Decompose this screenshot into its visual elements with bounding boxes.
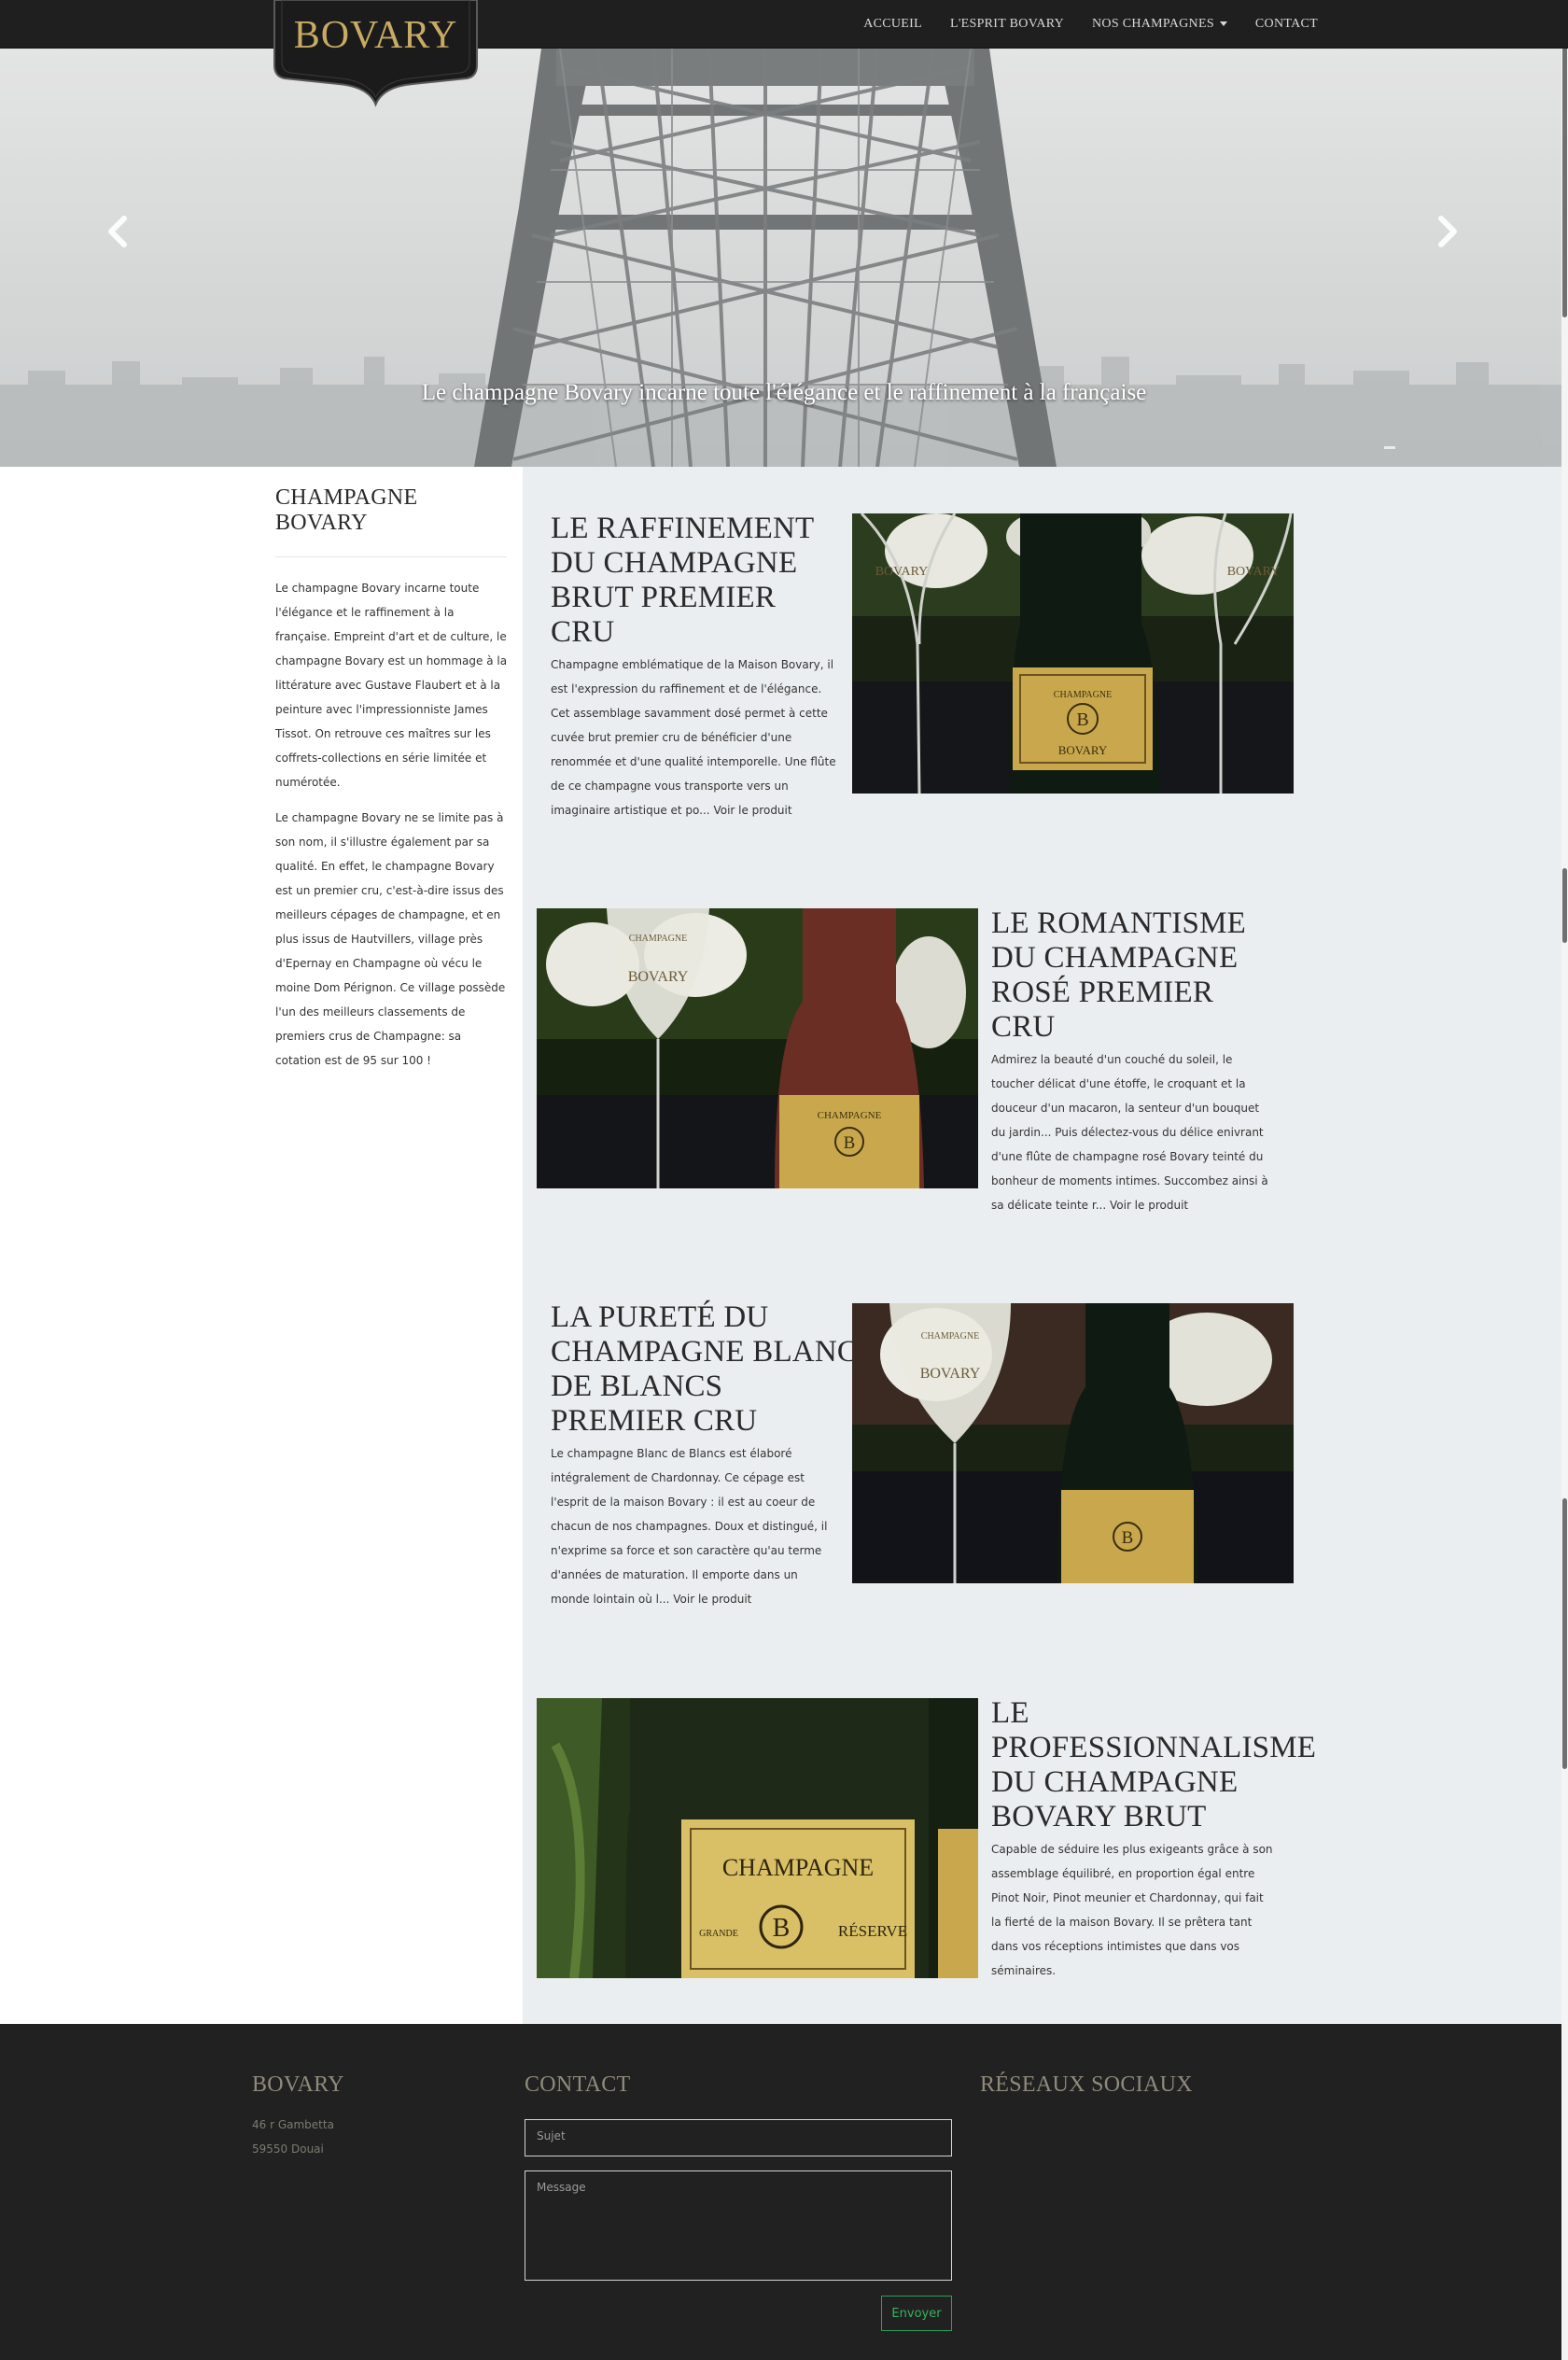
- product-image[interactable]: CHAMPAGNE BOVARY B CHAMPAGNE: [537, 908, 978, 1188]
- product-title[interactable]: LA PURETÉ DU CHAMPAGNE BLANC DE BLANCS P…: [551, 1300, 859, 1439]
- carousel-indicator[interactable]: [1384, 446, 1395, 449]
- nav-menu: ACCUEIL L'ESPRIT BOVARY NOS CHAMPAGNES C…: [835, 0, 1318, 49]
- product-description: Le champagne Blanc de Blancs est élaboré…: [551, 1441, 836, 1611]
- send-button[interactable]: Envoyer: [881, 2296, 952, 2331]
- footer-contact-title: CONTACT: [525, 2072, 631, 2097]
- product-title[interactable]: LE RAFFINEMENT DU CHAMPAGNE BRUT PREMIER…: [551, 512, 831, 650]
- logo[interactable]: BOVARY: [273, 0, 479, 108]
- nav-item-nos-champagnes-label: NOS CHAMPAGNES: [1092, 17, 1214, 31]
- read-more-link[interactable]: Voir le produit: [1110, 1199, 1188, 1212]
- sidebar-divider: [275, 556, 507, 557]
- hero-caption: Le champagne Bovary incarne toute l'élég…: [421, 380, 1147, 405]
- product-image[interactable]: CHAMPAGNE B RÉSERVE GRANDE: [537, 1698, 978, 1978]
- product-description: Champagne emblématique de la Maison Bova…: [551, 653, 836, 822]
- carousel-prev-button[interactable]: [100, 213, 137, 250]
- champagne-rose-bottle-image: CHAMPAGNE BOVARY B CHAMPAGNE: [537, 908, 978, 1188]
- footer-address-line2: 59550 Douai: [252, 2142, 324, 2156]
- champagne-bottle-image: B BOVARY CHAMPAGNE BOVARY BOVARY: [852, 513, 1294, 794]
- caret-down-icon: [1219, 21, 1227, 27]
- read-more-link[interactable]: Voir le produit: [713, 804, 791, 817]
- product-description-text: Le champagne Blanc de Blancs est élaboré…: [551, 1447, 828, 1606]
- logo-text: BOVARY: [293, 14, 458, 57]
- svg-text:CHAMPAGNE: CHAMPAGNE: [818, 1110, 882, 1121]
- read-more-link[interactable]: Voir le produit: [673, 1593, 751, 1606]
- svg-text:B: B: [773, 1914, 791, 1943]
- top-navbar: ACCUEIL L'ESPRIT BOVARY NOS CHAMPAGNES C…: [0, 0, 1568, 49]
- product-title[interactable]: LE ROMANTISME DU CHAMPAGNE ROSÉ PREMIER …: [991, 906, 1271, 1045]
- image-label: CHAMPAGNE: [722, 1854, 874, 1881]
- sidebar-paragraph: Le champagne Bovary ne se limite pas à s…: [275, 811, 506, 1067]
- svg-text:CHAMPAGNE: CHAMPAGNE: [629, 934, 687, 944]
- champagne-brut-bottle-image: CHAMPAGNE B RÉSERVE GRANDE: [537, 1698, 978, 1978]
- footer-brand-title: BOVARY: [252, 2072, 344, 2097]
- product-description-text: Admirez la beauté d'un couché du soleil,…: [991, 1053, 1268, 1212]
- scrollbar-thumb[interactable]: [1562, 37, 1567, 317]
- sidebar: CHAMPAGNE BOVARY Le champagne Bovary inc…: [275, 485, 509, 1073]
- svg-text:B: B: [1122, 1528, 1134, 1548]
- nav-item-contact[interactable]: CONTACT: [1255, 17, 1318, 32]
- carousel-next-button[interactable]: [1428, 213, 1465, 250]
- nav-item-accueil[interactable]: ACCUEIL: [863, 17, 922, 32]
- image-label: BOVARY: [628, 969, 689, 985]
- nav-item-esprit-bovary[interactable]: L'ESPRIT BOVARY: [950, 17, 1064, 32]
- sidebar-paragraph: Le champagne Bovary incarne toute l'élég…: [275, 582, 508, 789]
- svg-text:CHAMPAGNE: CHAMPAGNE: [921, 1331, 979, 1342]
- product-image[interactable]: CHAMPAGNE BOVARY B: [852, 1303, 1294, 1583]
- scrollbar-thumb[interactable]: [1562, 1498, 1567, 1769]
- image-label: GRANDE: [699, 1929, 738, 1939]
- product-description: Admirez la beauté d'un couché du soleil,…: [991, 1047, 1277, 1217]
- champagne-blanc-bottle-image: CHAMPAGNE BOVARY B: [852, 1303, 1294, 1583]
- scrollbar[interactable]: [1561, 0, 1568, 2360]
- nav-item-nos-champagnes[interactable]: NOS CHAMPAGNES: [1092, 17, 1227, 32]
- svg-text:B: B: [1076, 709, 1088, 730]
- product-title[interactable]: LE PROFESSIONNALISME DU CHAMPAGNE BOVARY…: [991, 1696, 1346, 1834]
- chevron-right-icon: [1438, 216, 1457, 247]
- svg-text:BOVARY: BOVARY: [1227, 565, 1281, 579]
- footer-address-line1: 46 r Gambetta: [252, 2118, 334, 2131]
- chevron-left-icon: [108, 216, 127, 247]
- footer-social-title: RÉSEAUX SOCIAUX: [980, 2072, 1193, 2097]
- hero-carousel: Le champagne Bovary incarne toute l'élég…: [0, 49, 1568, 467]
- svg-text:BOVARY: BOVARY: [875, 565, 929, 579]
- sidebar-title: CHAMPAGNE BOVARY: [275, 485, 418, 535]
- subject-input[interactable]: Sujet: [525, 2119, 952, 2156]
- image-label: BOVARY: [1058, 743, 1108, 757]
- svg-text:CHAMPAGNE: CHAMPAGNE: [1054, 690, 1112, 700]
- product-image[interactable]: B BOVARY CHAMPAGNE BOVARY BOVARY: [852, 513, 1294, 794]
- scrollbar-thumb[interactable]: [1562, 868, 1567, 943]
- image-label: BOVARY: [920, 1366, 981, 1382]
- product-description-text: Capable de séduire les plus exigeants gr…: [991, 1843, 1273, 1977]
- product-description: Capable de séduire les plus exigeants gr…: [991, 1837, 1277, 1983]
- product-description-text: Champagne emblématique de la Maison Bova…: [551, 658, 836, 817]
- image-label: RÉSERVE: [838, 1922, 907, 1940]
- svg-text:B: B: [844, 1133, 856, 1153]
- message-textarea[interactable]: Message: [525, 2170, 952, 2281]
